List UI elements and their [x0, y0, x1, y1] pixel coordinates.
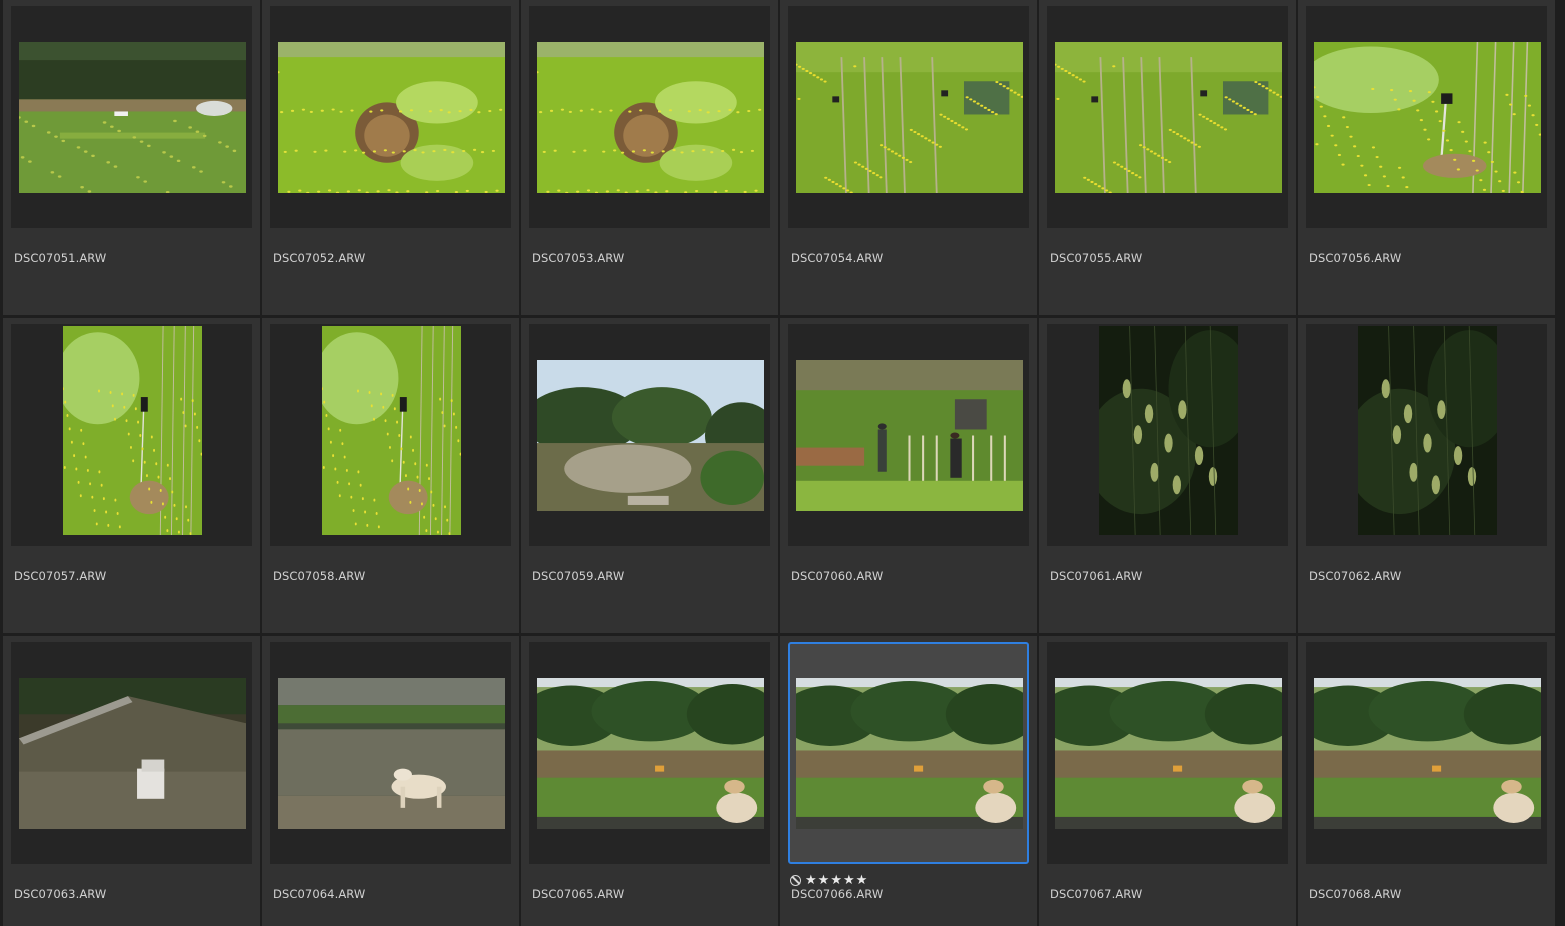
thumbnail-image[interactable]	[537, 678, 764, 829]
thumbnail-cell[interactable]: DSC07053.ARW	[521, 0, 778, 315]
star-icon[interactable]: ★	[830, 874, 842, 887]
thumbnail-frame[interactable]	[788, 642, 1029, 864]
thumbnail-frame[interactable]	[1047, 6, 1288, 228]
filename-label: DSC07065.ARW	[532, 887, 625, 901]
thumbnail-frame[interactable]	[270, 642, 511, 864]
filename-label: DSC07063.ARW	[14, 887, 107, 901]
thumbnail-frame[interactable]	[1306, 6, 1547, 228]
filename-label: DSC07064.ARW	[273, 887, 366, 901]
thumbnail-image[interactable]	[19, 678, 246, 829]
rating-bar[interactable]: ★ ★ ★ ★ ★	[790, 873, 867, 887]
thumbnail-cell[interactable]: DSC07060.ARW	[780, 318, 1037, 633]
filename-label: DSC07057.ARW	[14, 569, 107, 583]
thumbnail-cell[interactable]: DSC07059.ARW	[521, 318, 778, 633]
thumbnail-frame[interactable]	[1047, 642, 1288, 864]
filename-label: DSC07051.ARW	[14, 251, 107, 265]
thumbnail-cell[interactable]: DSC07057.ARW	[3, 318, 260, 633]
thumbnail-image[interactable]	[1055, 42, 1282, 193]
star-icon[interactable]: ★	[856, 874, 868, 887]
thumbnail-cell[interactable]: DSC07055.ARW	[1039, 0, 1296, 315]
thumbnail-frame[interactable]	[11, 324, 252, 546]
filename-label: DSC07067.ARW	[1050, 887, 1143, 901]
thumbnail-frame[interactable]	[529, 324, 770, 546]
thumbnail-frame[interactable]	[529, 642, 770, 864]
thumbnail-cell[interactable]: DSC07062.ARW	[1298, 318, 1555, 633]
thumbnail-cell[interactable]: ★ ★ ★ ★ ★ DSC07066.ARW	[780, 636, 1037, 926]
thumbnail-frame[interactable]	[529, 6, 770, 228]
thumbnail-image[interactable]	[796, 360, 1023, 511]
star-icon[interactable]: ★	[843, 874, 855, 887]
thumbnail-image[interactable]	[278, 678, 505, 829]
thumbnail-image[interactable]	[1099, 326, 1238, 535]
filename-label: DSC07068.ARW	[1309, 887, 1402, 901]
filename-label: DSC07058.ARW	[273, 569, 366, 583]
filename-label: DSC07059.ARW	[532, 569, 625, 583]
thumbnail-cell[interactable]: DSC07052.ARW	[262, 0, 519, 315]
filename-label: DSC07062.ARW	[1309, 569, 1402, 583]
thumbnail-cell[interactable]: DSC07054.ARW	[780, 0, 1037, 315]
thumbnail-frame[interactable]	[1047, 324, 1288, 546]
thumbnail-frame[interactable]	[270, 324, 511, 546]
thumbnail-image[interactable]	[537, 360, 764, 511]
thumbnail-image[interactable]	[278, 42, 505, 193]
star-icon[interactable]: ★	[805, 874, 817, 887]
thumbnail-frame[interactable]	[11, 6, 252, 228]
thumbnail-cell[interactable]: DSC07061.ARW	[1039, 318, 1296, 633]
thumbnail-frame[interactable]	[1306, 642, 1547, 864]
filename-label: DSC07056.ARW	[1309, 251, 1402, 265]
thumbnail-cell[interactable]: DSC07063.ARW	[3, 636, 260, 926]
filename-label: DSC07061.ARW	[1050, 569, 1143, 583]
filename-label: DSC07055.ARW	[1050, 251, 1143, 265]
thumbnail-frame[interactable]	[1306, 324, 1547, 546]
thumbnail-frame[interactable]	[270, 6, 511, 228]
thumbnail-image[interactable]	[1055, 678, 1282, 829]
thumbnail-cell[interactable]: DSC07068.ARW	[1298, 636, 1555, 926]
filename-label: DSC07053.ARW	[532, 251, 625, 265]
thumbnail-image[interactable]	[19, 42, 246, 193]
thumbnail-image[interactable]	[63, 326, 202, 535]
filename-label: DSC07060.ARW	[791, 569, 884, 583]
thumbnail-cell[interactable]: DSC07064.ARW	[262, 636, 519, 926]
reject-icon[interactable]	[790, 874, 801, 886]
filename-label: DSC07054.ARW	[791, 251, 884, 265]
star-icon[interactable]: ★	[818, 874, 830, 887]
thumbnail-frame[interactable]	[788, 6, 1029, 228]
thumbnail-frame[interactable]	[788, 324, 1029, 546]
thumbnail-image[interactable]	[1358, 326, 1497, 535]
thumbnail-image[interactable]	[1314, 42, 1541, 193]
thumbnail-image[interactable]	[796, 42, 1023, 193]
filename-label: DSC07052.ARW	[273, 251, 366, 265]
thumbnail-image[interactable]	[1314, 678, 1541, 829]
thumbnail-frame[interactable]	[11, 642, 252, 864]
thumbnail-grid: DSC07051.ARW DSC07052.ARW DSC07053.ARW D…	[0, 0, 1565, 926]
thumbnail-image[interactable]	[796, 678, 1023, 829]
filename-label: DSC07066.ARW	[791, 887, 884, 901]
thumbnail-cell[interactable]: DSC07067.ARW	[1039, 636, 1296, 926]
thumbnail-cell[interactable]: DSC07056.ARW	[1298, 0, 1555, 315]
thumbnail-cell[interactable]: DSC07058.ARW	[262, 318, 519, 633]
thumbnail-image[interactable]	[537, 42, 764, 193]
thumbnail-cell[interactable]: DSC07051.ARW	[3, 0, 260, 315]
thumbnail-image[interactable]	[322, 326, 461, 535]
thumbnail-cell[interactable]: DSC07065.ARW	[521, 636, 778, 926]
